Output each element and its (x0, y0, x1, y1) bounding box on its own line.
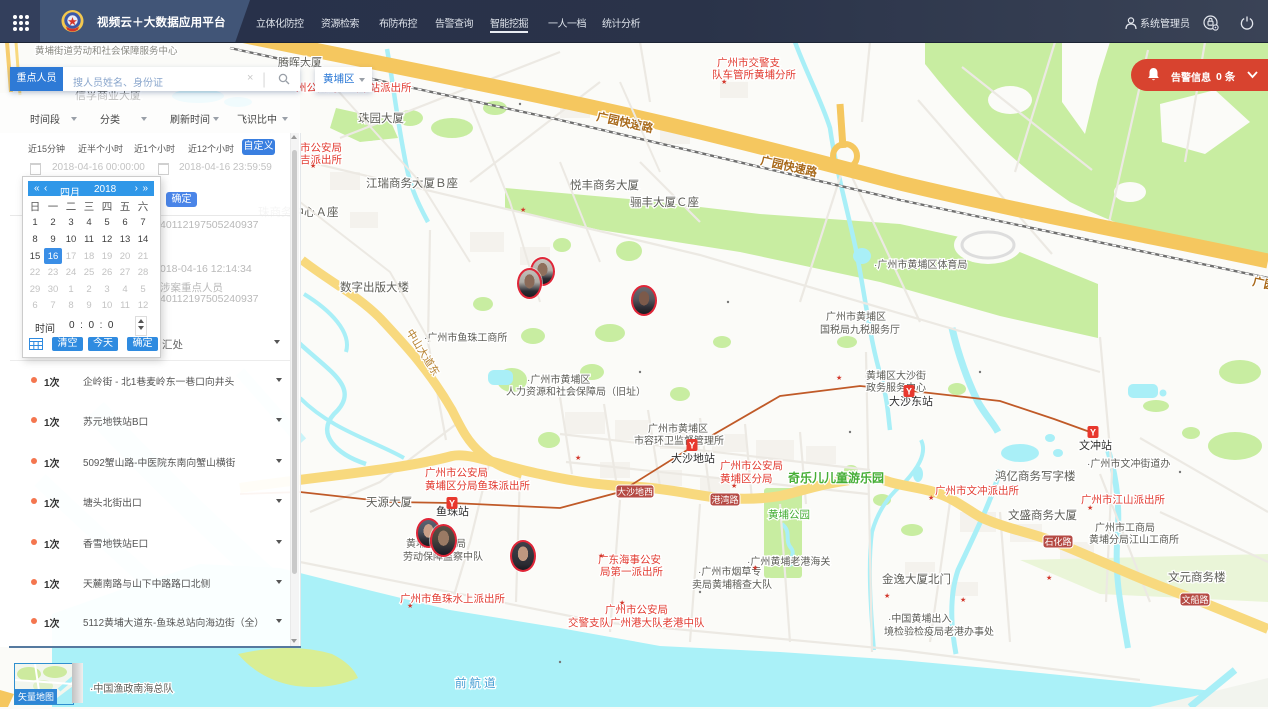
svg-text:★: ★ (310, 162, 316, 170)
svg-text:港湾路: 港湾路 (711, 494, 738, 505)
svg-text:市容环卫监督管理所: 市容环卫监督管理所 (634, 434, 724, 447)
svg-text:人力资源和社会保障局（旧址）: 人力资源和社会保障局（旧址） (506, 385, 646, 398)
svg-text:广州市公安局: 广州市公安局 (605, 603, 668, 616)
svg-text:石化路: 石化路 (1044, 536, 1071, 547)
svg-text:广州市公安局: 广州市公安局 (720, 459, 783, 472)
svg-text:★: ★ (752, 564, 758, 572)
svg-text:广州市公安局: 广州市公安局 (425, 466, 488, 479)
svg-text:★: ★ (960, 596, 966, 604)
svg-text:文元商务楼: 文元商务楼 (1168, 570, 1226, 584)
svg-text:骊丰大厦Ｃ座: 骊丰大厦Ｃ座 (630, 195, 699, 209)
svg-text:广东海事公安: 广东海事公安 (598, 553, 661, 566)
svg-text:★: ★ (575, 454, 581, 462)
svg-text:广州市工商局: 广州市工商局 (1095, 521, 1155, 534)
svg-text:★: ★ (619, 599, 625, 607)
svg-text:·中国渔政南海总队: ·中国渔政南海总队 (90, 682, 173, 695)
svg-text:文盛商务大厦: 文盛商务大厦 (1008, 508, 1077, 522)
svg-text:卖局黄埔稽查大队: 卖局黄埔稽查大队 (692, 578, 772, 591)
svg-text:吉派出所: 吉派出所 (300, 153, 342, 166)
svg-text:奇乐儿儿童游乐园: 奇乐儿儿童游乐园 (788, 470, 884, 485)
svg-text:黄埔公园: 黄埔公园 (768, 508, 810, 521)
svg-text:·中国黄埔出入: ·中国黄埔出入 (888, 612, 951, 625)
svg-text:★: ★ (1087, 504, 1093, 512)
svg-text:广州市交警支: 广州市交警支 (717, 56, 780, 69)
svg-text:政务服务中心: 政务服务中心 (866, 381, 926, 394)
svg-text:大沙地西: 大沙地西 (617, 486, 653, 497)
svg-text:江瑞商务大厦Ｂ座: 江瑞商务大厦Ｂ座 (366, 176, 458, 190)
svg-text:·广州市黄埔区: ·广州市黄埔区 (527, 373, 590, 386)
svg-text:·广州市鱼珠工商所: ·广州市鱼珠工商所 (424, 331, 507, 344)
svg-text:大沙地站: 大沙地站 (671, 451, 715, 465)
svg-text:★: ★ (731, 482, 737, 490)
svg-text:国税局九税服务厅: 国税局九税服务厅 (820, 323, 900, 336)
svg-text:·广州市文冲街道办: ·广州市文冲街道办 (1087, 457, 1170, 470)
svg-text:珠园大厦: 珠园大厦 (358, 111, 404, 125)
svg-text:★: ★ (928, 494, 934, 502)
svg-text:境检验检疫局老港办事处: 境检验检疫局老港办事处 (884, 625, 994, 638)
svg-text:Y: Y (906, 387, 912, 397)
svg-text:★: ★ (1046, 574, 1052, 582)
svg-text:交警支队广州港大队老港中队: 交警支队广州港大队老港中队 (568, 616, 705, 629)
svg-text:★: ★ (407, 602, 413, 610)
svg-text:★: ★ (884, 592, 890, 600)
svg-text:黄埔街道劳动和社会保障服务中心: 黄埔街道劳动和社会保障服务中心 (35, 45, 178, 57)
svg-text:Y: Y (1090, 428, 1096, 438)
svg-text:黄埔分局江山工商所: 黄埔分局江山工商所 (1089, 533, 1179, 546)
svg-text:广州市文冲派出所: 广州市文冲派出所 (935, 484, 1019, 497)
svg-text:金逸大厦北门: 金逸大厦北门 (882, 572, 951, 586)
svg-text:文船路: 文船路 (1181, 594, 1208, 605)
svg-text:市公安局: 市公安局 (300, 141, 342, 154)
svg-text:天源大厦: 天源大厦 (366, 495, 412, 509)
svg-text:·广州市黄埔区体育局: ·广州市黄埔区体育局 (874, 258, 967, 271)
svg-text:前航道: 前航道 (455, 676, 499, 690)
svg-text:广州市黄埔区: 广州市黄埔区 (648, 422, 708, 435)
svg-text:黄埔区大沙街: 黄埔区大沙街 (866, 369, 926, 382)
svg-text:文冲站: 文冲站 (1079, 438, 1112, 452)
svg-text:Y: Y (689, 441, 695, 451)
svg-text:黄埔区分局: 黄埔区分局 (720, 472, 773, 485)
svg-text:Y: Y (449, 499, 455, 509)
svg-text:鸿亿商务写字楼: 鸿亿商务写字楼 (995, 469, 1076, 483)
svg-text:广州市鱼珠水上派出所: 广州市鱼珠水上派出所 (400, 592, 505, 605)
svg-text:广州市黄埔区: 广州市黄埔区 (826, 310, 886, 323)
svg-text:悦丰商务大厦: 悦丰商务大厦 (570, 178, 639, 192)
svg-text:★: ★ (598, 552, 604, 560)
svg-text:★: ★ (721, 78, 727, 86)
svg-text:★: ★ (836, 374, 842, 382)
svg-text:黄埔区分局鱼珠派出所: 黄埔区分局鱼珠派出所 (425, 479, 530, 492)
svg-text:局第一派出所: 局第一派出所 (600, 565, 663, 578)
svg-text:广州市江山派出所: 广州市江山派出所 (1081, 493, 1165, 506)
svg-text:★: ★ (520, 206, 526, 214)
